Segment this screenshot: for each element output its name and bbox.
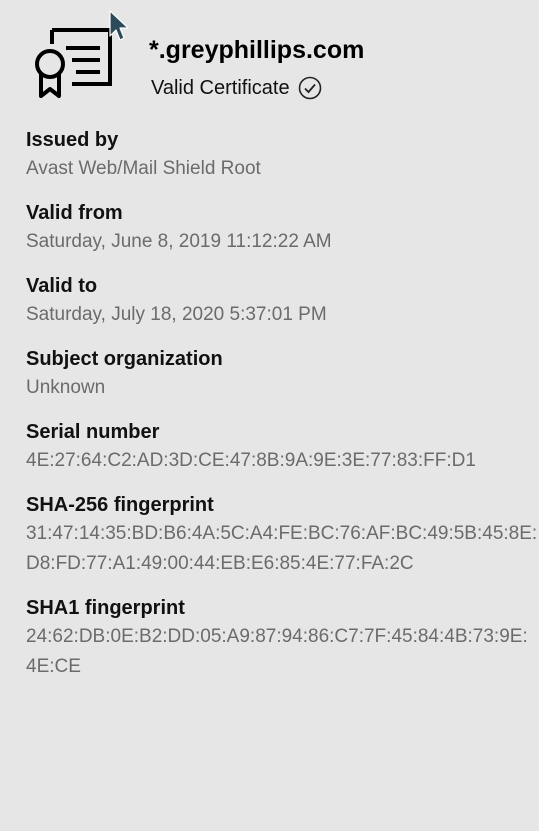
field-value: 31:47:14:35:BD:B6:4A:5C:A4:FE:BC:76:AF:B…: [26, 523, 538, 574]
field-label: Subject organization: [26, 348, 223, 370]
certificate-icon: [35, 28, 112, 98]
site-name: *.greyphillips.com: [149, 36, 365, 64]
field-sha1-fingerprint: SHA1 fingerprint 24:62:DB:0E:B2:DD:05:A9…: [26, 594, 538, 682]
field-label: Valid to: [26, 275, 98, 297]
field-value: Saturday, June 8, 2019 11:12:22 AM: [26, 231, 332, 252]
field-value: 24:62:DB:0E:B2:DD:05:A9:87:94:86:C7:7F:4…: [26, 626, 528, 677]
field-label: SHA1 fingerprint: [26, 597, 185, 619]
certificate-fields: Issued by Avast Web/Mail Shield Root Val…: [26, 126, 538, 697]
certificate-status: Valid Certificate: [151, 76, 322, 100]
field-value: Saturday, July 18, 2020 5:37:01 PM: [26, 304, 327, 325]
field-subject-organization: Subject organization Unknown: [26, 345, 538, 403]
certificate-header: *.greyphillips.com Valid Certificate: [26, 24, 526, 108]
status-text: Valid Certificate: [151, 76, 290, 99]
field-label: Serial number: [26, 421, 160, 443]
field-value: 4E:27:64:C2:AD:3D:CE:47:8B:9A:9E:3E:77:8…: [26, 450, 476, 471]
field-valid-to: Valid to Saturday, July 18, 2020 5:37:01…: [26, 272, 538, 330]
mouse-pointer-icon: [109, 10, 129, 41]
field-serial-number: Serial number 4E:27:64:C2:AD:3D:CE:47:8B…: [26, 418, 538, 476]
field-issued-by: Issued by Avast Web/Mail Shield Root: [26, 126, 538, 184]
field-value: Avast Web/Mail Shield Root: [26, 158, 261, 179]
field-sha256-fingerprint: SHA-256 fingerprint 31:47:14:35:BD:B6:4A…: [26, 491, 538, 579]
field-label: Issued by: [26, 129, 119, 151]
field-label: Valid from: [26, 202, 123, 224]
field-label: SHA-256 fingerprint: [26, 494, 214, 516]
certificate-panel: *.greyphillips.com Valid Certificate Iss…: [12, 10, 539, 831]
field-valid-from: Valid from Saturday, June 8, 2019 11:12:…: [26, 199, 538, 257]
check-circle-icon: [298, 76, 321, 100]
field-value: Unknown: [26, 377, 106, 398]
